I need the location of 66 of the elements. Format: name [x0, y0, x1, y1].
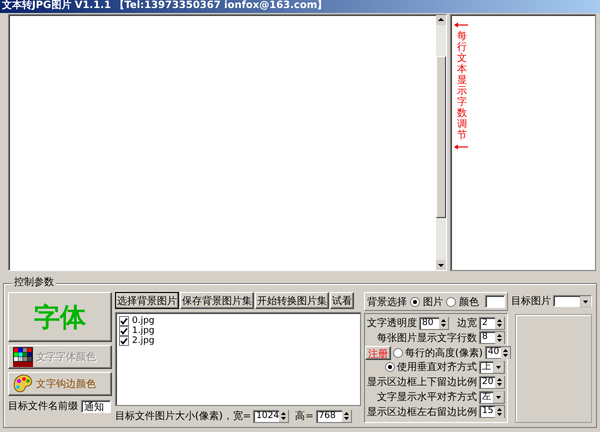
color-grid-icon — [13, 347, 33, 367]
field-label: 显示区边框左右留边比例 — [367, 406, 477, 419]
checkbox[interactable] — [119, 336, 129, 346]
file-name: 2.jpg — [132, 336, 155, 346]
field-label: 目标文件名前缀 — [8, 400, 78, 413]
input-field[interactable]: 通知 — [81, 400, 111, 412]
caret-icon — [580, 296, 591, 306]
arrow-icon — [454, 142, 468, 151]
window-title: 文本转JPG图片 V1.1.1 【Tel:13973350367 ionfox@163.com】 — [2, 0, 328, 12]
action-button[interactable]: 试看 — [330, 292, 354, 309]
scroll-thumb[interactable] — [436, 56, 446, 218]
caret-icon — [493, 391, 504, 404]
color-field[interactable] — [485, 295, 505, 308]
vertical-note: 每行文本显示字数调节 — [457, 30, 467, 141]
file-list[interactable]: 0.jpg 1.jpg 2.jpg — [115, 312, 361, 406]
checkbox[interactable] — [119, 326, 129, 336]
radio-label: 颜色 — [459, 296, 479, 308]
spinner-arrows-icon — [500, 346, 510, 359]
spin-field[interactable]: 8 — [479, 331, 505, 344]
spinner-arrows-icon — [439, 317, 448, 329]
radio-button[interactable] — [410, 296, 420, 306]
radio-label: 每行的高度(像素) — [405, 346, 483, 360]
spin-field[interactable]: 20 — [479, 376, 505, 389]
action-button[interactable]: 开始转换图片集 — [255, 292, 329, 309]
field-label: 目标图片 — [511, 294, 551, 308]
dropdown[interactable]: 左 — [479, 390, 505, 404]
file-name: 0.jpg — [132, 316, 155, 326]
spin-field[interactable]: 2 — [479, 316, 505, 330]
paint-palette-icon — [13, 374, 33, 394]
spinner-arrows-icon — [495, 317, 504, 329]
spinner-arrows-icon — [495, 332, 504, 344]
scroll-up-icon — [436, 14, 446, 25]
field-label: 文字显示水平对齐方式 — [377, 390, 477, 404]
radio-button[interactable] — [446, 296, 456, 306]
spin-field[interactable]: 768 — [316, 410, 352, 422]
spin-field[interactable]: 80 — [419, 316, 449, 330]
spinner-arrows-icon — [342, 410, 351, 422]
group-title: 控制参数 — [12, 277, 56, 289]
action-button[interactable]: 选择背景图片 — [115, 292, 179, 309]
radio-label: 图片 — [423, 296, 443, 308]
field-label: 显示区边框上下留边比例 — [367, 376, 477, 390]
field-label: 目标文件图片大小(像素)，宽= — [115, 410, 252, 423]
spinner-arrows-icon — [279, 410, 288, 422]
checkbox[interactable] — [119, 316, 129, 326]
dropdown[interactable] — [553, 295, 592, 307]
spin-field[interactable]: 1024 — [253, 410, 290, 422]
spin-field[interactable]: 15 — [479, 405, 505, 418]
spin-field[interactable]: 40 — [484, 346, 511, 360]
radio-button[interactable] — [385, 362, 395, 372]
arrow-icon — [454, 20, 468, 29]
color-button[interactable]: 文字钩边颜色 — [8, 372, 112, 396]
radio-label: 使用垂直对齐方式 — [397, 360, 477, 374]
caret-icon — [493, 361, 504, 374]
radio-button[interactable] — [393, 348, 403, 358]
field-label: 背景选择 — [367, 296, 407, 308]
field-label: 每张图片显示文字行数 — [377, 332, 477, 345]
field-label: 文字透明度 — [367, 316, 417, 330]
field-label: 高= — [295, 410, 314, 423]
spinner-arrows-icon — [495, 406, 504, 418]
scroll-down-icon — [436, 260, 446, 270]
dropdown[interactable]: 上 — [479, 360, 505, 374]
file-name: 1.jpg — [132, 326, 155, 336]
field-label: 边宽 — [457, 316, 477, 330]
action-button[interactable]: 保存背景图片集 — [180, 292, 254, 309]
scrollbar[interactable] — [436, 14, 446, 270]
spinner-arrows-icon — [495, 376, 504, 388]
